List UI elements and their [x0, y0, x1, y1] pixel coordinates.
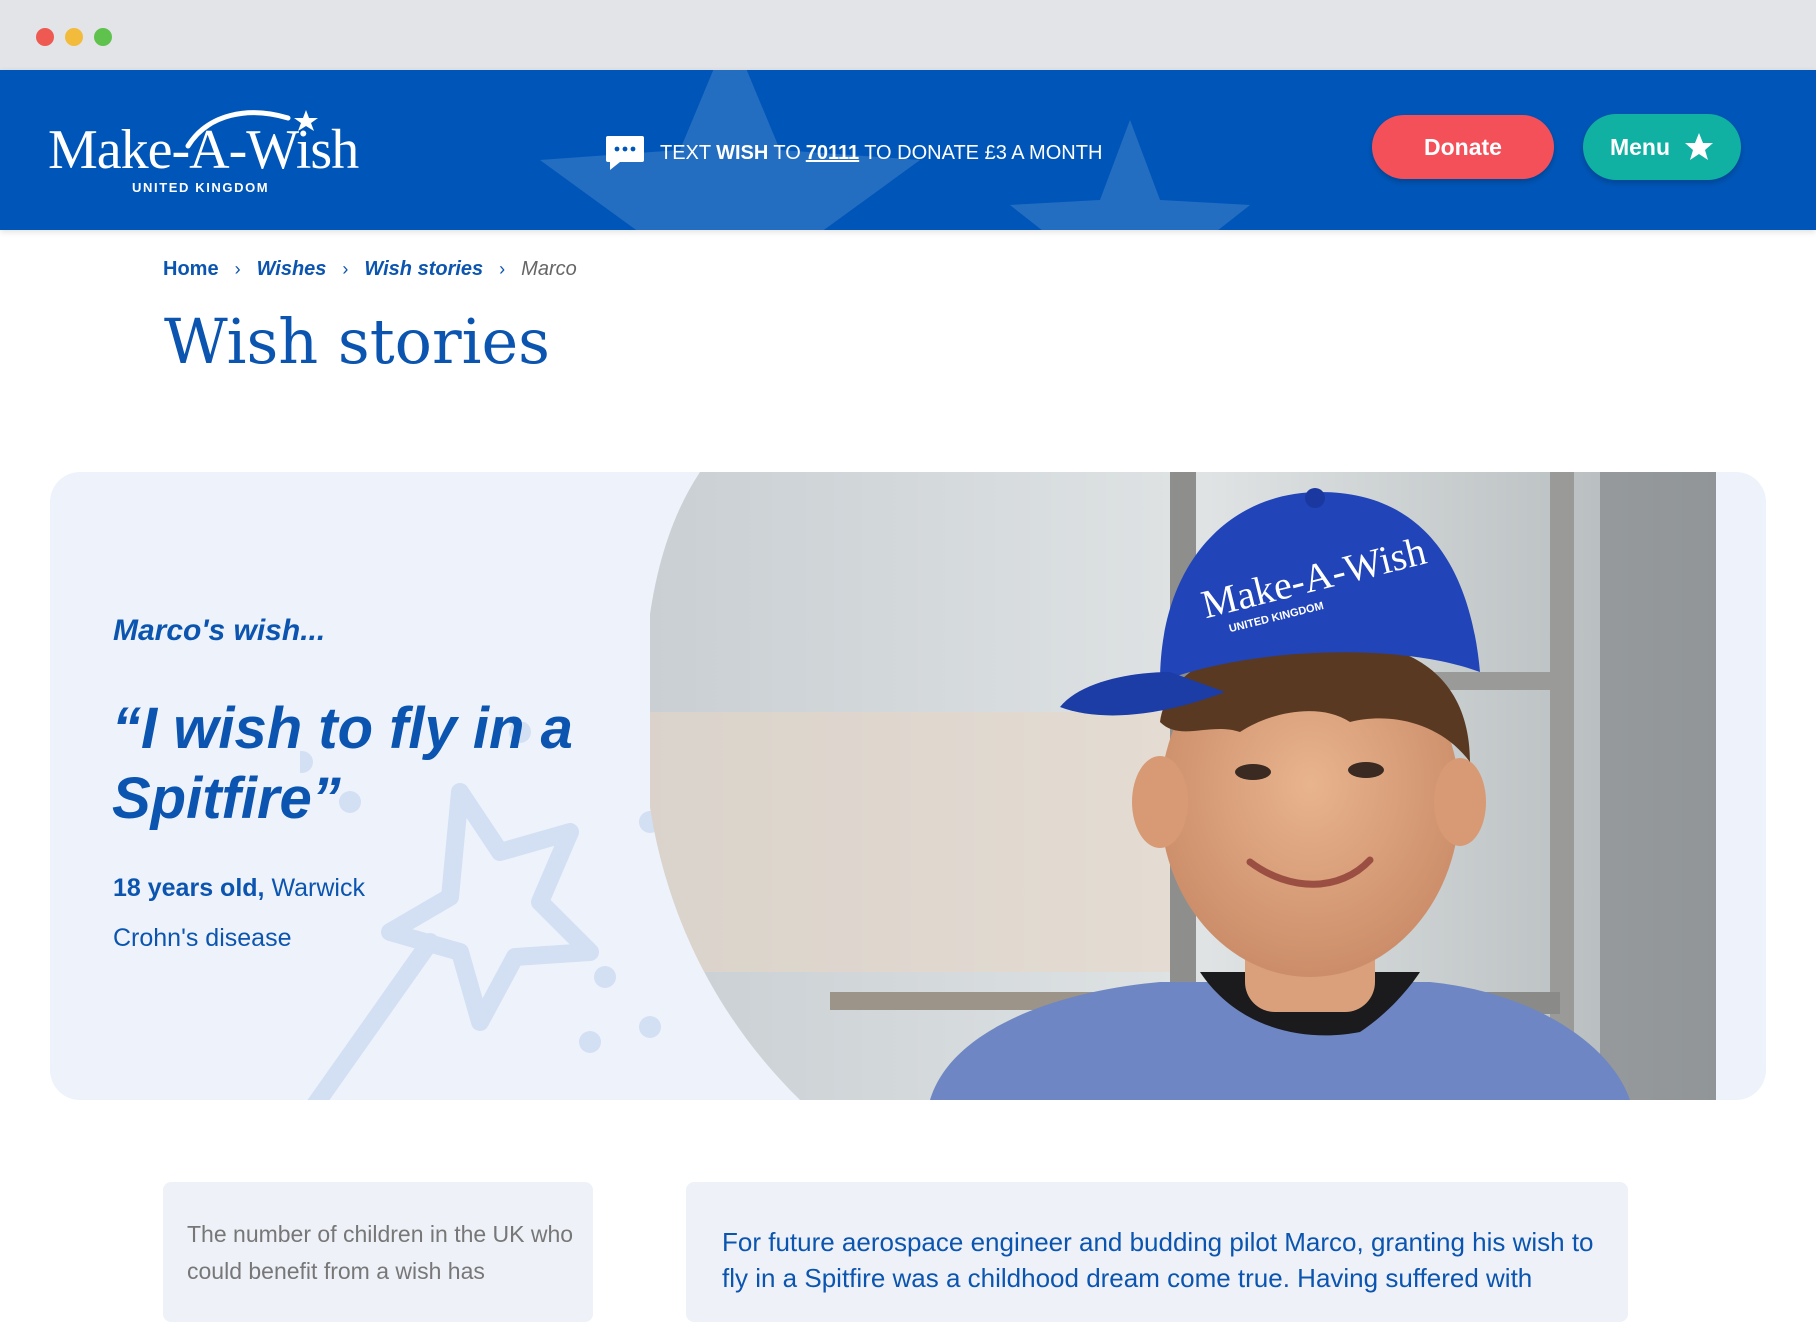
donate-button[interactable]: Donate [1372, 115, 1554, 179]
story-intro-card: For future aerospace engineer and buddin… [686, 1182, 1628, 1322]
story-intro-text: For future aerospace engineer and buddin… [722, 1227, 1594, 1293]
logo-text: Make-A-Wish [48, 119, 359, 181]
sms-keyword: WISH [716, 141, 769, 164]
page-title: Wish stories [164, 305, 550, 378]
wish-child-condition: Crohn's disease [113, 924, 292, 952]
chevron-right-icon: › [499, 259, 506, 279]
stat-card-text: The number of children in the UK who cou… [187, 1221, 574, 1284]
make-a-wish-logo[interactable]: Make-A-Wish UNITED KINGDOM [48, 100, 368, 200]
logo-subtitle: UNITED KINGDOM [132, 180, 270, 195]
sms-icon [606, 136, 644, 170]
text-to-donate-banner[interactable]: TEXT WISH TO 70111 TO DONATE £3 A MONTH [604, 132, 1102, 174]
window-maximize-icon[interactable] [94, 28, 112, 46]
breadcrumb-wishes-link[interactable]: Wishes [257, 258, 327, 281]
breadcrumb: Home › Wishes › Wish stories › Marco [163, 258, 577, 281]
star-icon [1685, 133, 1714, 160]
sms-number-link[interactable]: 70111 [806, 142, 859, 165]
sms-prefix: TEXT [660, 141, 712, 164]
breadcrumb-home-link[interactable]: Home [163, 258, 219, 281]
chevron-right-icon: › [234, 259, 241, 279]
site-header: Make-A-Wish UNITED KINGDOM TEXT WISH TO … [0, 70, 1816, 230]
stat-card: The number of children in the UK who cou… [163, 1182, 593, 1322]
breadcrumb-wish-stories-link[interactable]: Wish stories [364, 258, 483, 281]
menu-button-label: Menu [1609, 133, 1671, 160]
wish-quote: “I wish to fly in a Spitfire” [112, 696, 573, 831]
menu-button[interactable]: Menu [1583, 114, 1741, 180]
sms-to: TO [773, 141, 801, 164]
sms-suffix: TO DONATE £3 A MONTH [864, 141, 1103, 164]
wish-child-details: 18 years old, Warwick [113, 874, 365, 903]
chevron-right-icon: › [342, 259, 349, 279]
wish-hero-card: Make-A-Wish UNITED KINGDOM Marco's wish.… [50, 472, 1766, 1100]
breadcrumb-current: Marco [521, 258, 577, 280]
wish-child-location: Warwick [271, 874, 365, 902]
wish-child-age: 18 years old, [113, 874, 265, 902]
window-close-icon[interactable] [36, 28, 54, 46]
browser-chrome [0, 0, 1816, 70]
window-minimize-icon[interactable] [65, 28, 83, 46]
wish-label: Marco's wish... [113, 614, 326, 647]
